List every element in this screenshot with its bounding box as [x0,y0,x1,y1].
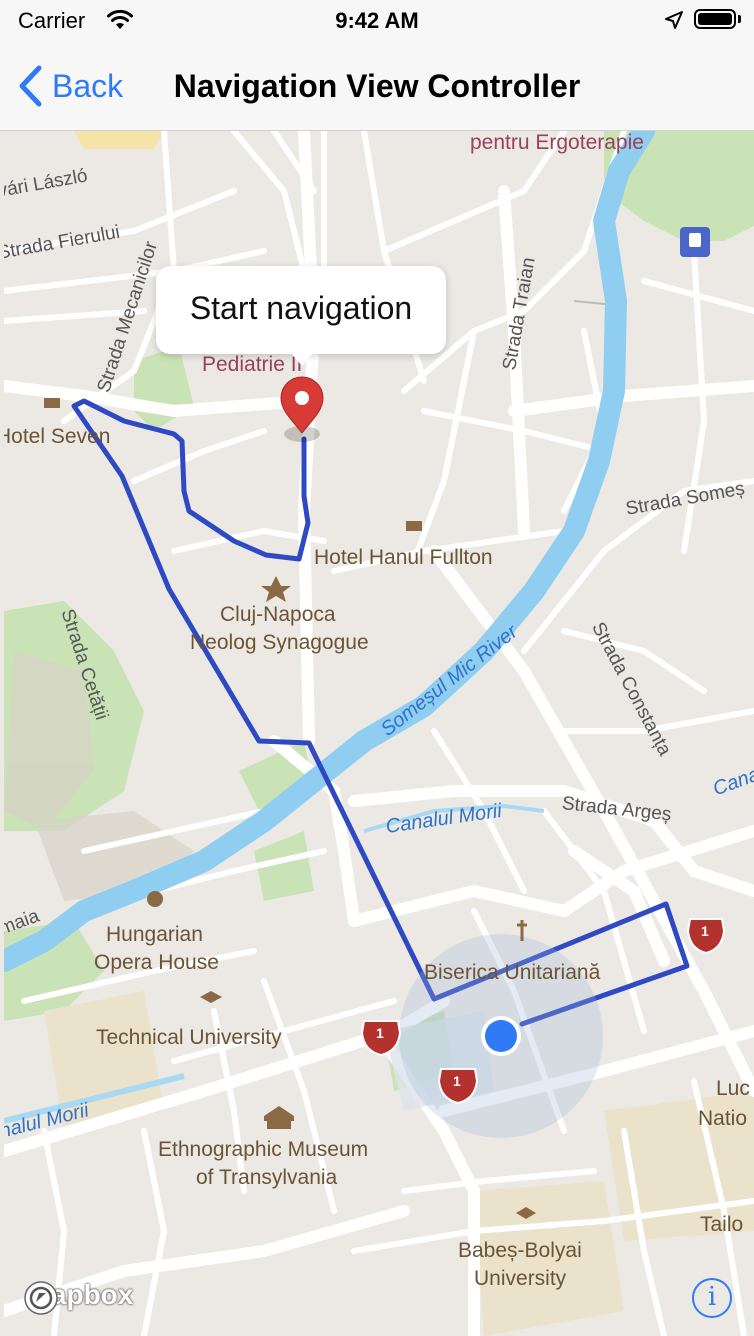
route-shield-number: 1 [453,1073,461,1089]
back-button-label: Back [52,67,124,104]
map-label: Hotel Seven [4,425,111,448]
route-shield-number: 1 [376,1025,384,1041]
map-label: Pediatrie II [202,353,303,376]
map-label: Opera House [94,951,219,974]
user-location-dot [485,1020,517,1052]
mapbox-logo[interactable]: mapbox [22,1279,133,1315]
destination-pin-icon [280,376,324,434]
map-label: Hotel Hanul Fullton [314,546,493,569]
map-label: University [474,1267,567,1290]
map-label: Hungarian [106,923,203,946]
map-label: of Transylvania [196,1166,338,1189]
map-label: Babeș-Bolyai [458,1239,582,1262]
synagogue-icon [261,576,291,602]
start-navigation-callout[interactable]: Start navigation [156,266,446,366]
back-button[interactable]: Back [18,62,123,110]
callout-label: Start navigation [189,290,413,326]
hotel-icon [44,398,60,408]
map-label: Cluj-Napoca [220,603,336,626]
status-time: 9:42 AM [335,8,419,33]
map-label: Tailo [700,1213,744,1236]
map-label: pentru Ergoterapie [470,131,644,154]
map-label: Technical University [96,1026,282,1049]
museum-icon [264,1106,294,1129]
theater-icon [147,891,163,907]
map-label: Natio [698,1107,748,1130]
map-view[interactable]: pentru Ergoterapie vári László Strada Fi… [4,131,754,1336]
map-label: Biserica Unitariană [424,961,601,984]
battery-icon [694,9,736,29]
map-label: Luc [716,1077,750,1100]
status-bar: Carrier 9:42 AM [0,0,754,44]
map-label: Neolog Synagogue [190,631,369,654]
navigation-bar: Navigation View Controller Back [0,44,754,131]
location-services-icon [665,11,683,29]
chevron-left-icon [19,65,42,107]
university-icon [200,991,222,1003]
mapbox-logo-icon [24,1281,58,1315]
info-button[interactable]: i [692,1278,732,1318]
map-label: Ethnographic Museum [158,1138,369,1161]
route-shield-number: 1 [701,923,709,939]
